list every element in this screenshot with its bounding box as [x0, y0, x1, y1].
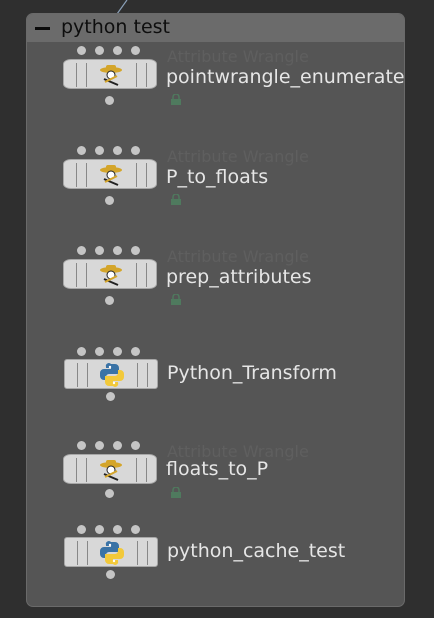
input-connector[interactable] [113, 46, 122, 55]
lock-icon[interactable] [170, 487, 182, 498]
node-tile[interactable] [64, 537, 158, 567]
network-box-title: python test [61, 16, 170, 38]
input-connector[interactable] [113, 525, 122, 534]
wire-incoming [116, 0, 128, 15]
input-connector[interactable] [77, 347, 86, 356]
network-box[interactable]: python test [26, 13, 405, 607]
input-connector[interactable] [95, 441, 104, 450]
output-connector[interactable] [106, 392, 115, 401]
input-connector[interactable] [77, 441, 86, 450]
network-box-header[interactable]: python test [27, 14, 404, 42]
input-connector[interactable] [77, 246, 86, 255]
input-connector[interactable] [113, 441, 122, 450]
node-name-label[interactable]: P_to_floats [166, 166, 268, 188]
input-connector[interactable] [131, 246, 140, 255]
output-connector[interactable] [105, 96, 114, 105]
node-tile[interactable] [63, 159, 157, 189]
input-connector[interactable] [131, 347, 140, 356]
node-tile[interactable] [63, 454, 157, 484]
wrangle-cowboy-icon [100, 165, 122, 186]
input-connector[interactable] [77, 46, 86, 55]
node-name-label[interactable]: pointwrangle_enumerate [166, 66, 405, 88]
wrangle-cowboy-icon [100, 65, 122, 86]
minus-icon[interactable] [35, 27, 50, 30]
python-logo-icon [100, 363, 124, 387]
node-tile[interactable] [64, 359, 158, 389]
node-type-label: Attribute Wrangle [167, 247, 309, 266]
node-type-label: Attribute Wrangle [167, 47, 309, 66]
input-connector[interactable] [95, 246, 104, 255]
input-connector[interactable] [131, 46, 140, 55]
output-connector[interactable] [105, 489, 114, 498]
node-name-label[interactable]: floats_to_P [166, 458, 268, 480]
node-name-label[interactable]: Python_Transform [167, 362, 337, 384]
lock-icon[interactable] [170, 194, 182, 205]
input-connector[interactable] [95, 525, 104, 534]
network-editor-canvas[interactable]: python test Attribute Wrangle pointwrang… [0, 0, 434, 618]
input-connector[interactable] [113, 347, 122, 356]
node-type-label: Attribute Wrangle [167, 147, 309, 166]
input-connector[interactable] [131, 525, 140, 534]
output-connector[interactable] [105, 196, 114, 205]
input-connector[interactable] [95, 46, 104, 55]
input-connector[interactable] [113, 246, 122, 255]
node-name-label[interactable]: prep_attributes [166, 266, 311, 288]
input-connector[interactable] [131, 441, 140, 450]
node-name-label[interactable]: python_cache_test [167, 540, 345, 562]
lock-icon[interactable] [170, 294, 182, 305]
lock-icon[interactable] [170, 94, 182, 105]
input-connector[interactable] [77, 146, 86, 155]
input-connector[interactable] [95, 146, 104, 155]
input-connector[interactable] [95, 347, 104, 356]
node-tile[interactable] [63, 59, 157, 89]
node-tile[interactable] [63, 259, 157, 289]
input-connector[interactable] [77, 525, 86, 534]
python-logo-icon [100, 541, 124, 565]
wrangle-cowboy-icon [100, 460, 122, 481]
output-connector[interactable] [105, 296, 114, 305]
input-connector[interactable] [131, 146, 140, 155]
input-connector[interactable] [113, 146, 122, 155]
output-connector[interactable] [106, 570, 115, 579]
wrangle-cowboy-icon [100, 265, 122, 286]
